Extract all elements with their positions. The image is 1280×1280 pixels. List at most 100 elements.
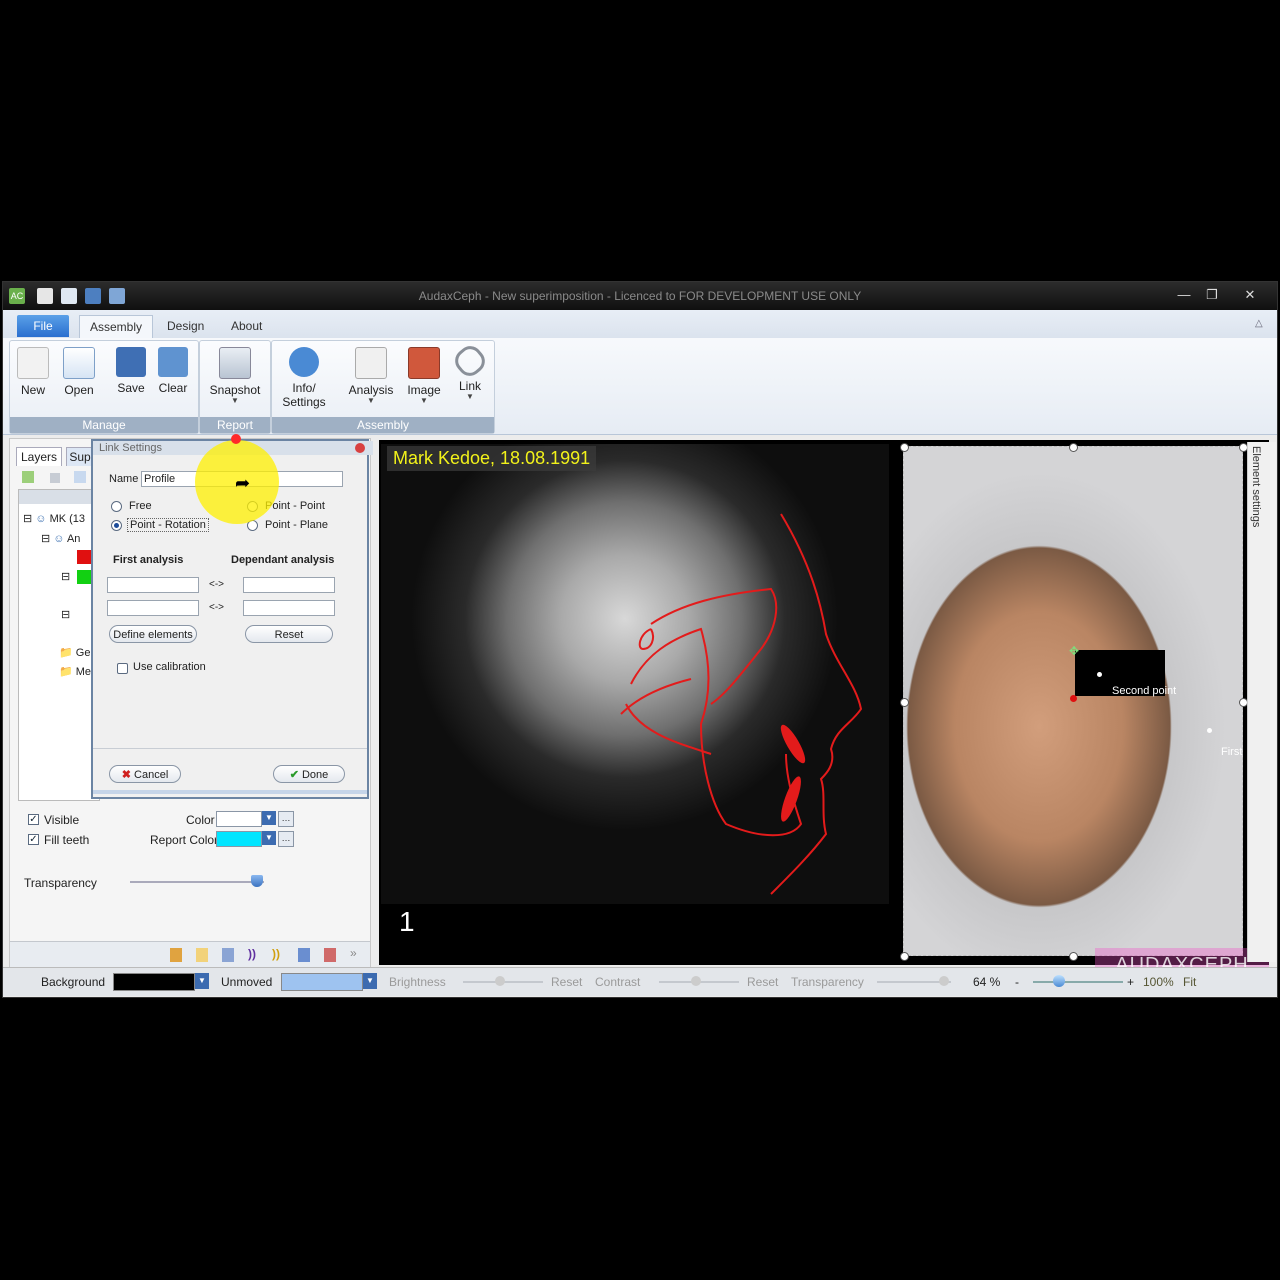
name-label: Name (109, 473, 139, 485)
page-icon[interactable] (298, 948, 310, 962)
brackets-icon[interactable]: )) (248, 947, 256, 961)
first-point-marker[interactable] (1207, 728, 1212, 733)
info-icon (289, 347, 319, 377)
info-settings-button[interactable]: Info/ Settings (278, 347, 330, 409)
cancel-button[interactable]: ✖ Cancel (109, 765, 181, 783)
arrow-2: <-> (209, 602, 225, 613)
add-layer-icon[interactable] (22, 471, 34, 483)
tab-file[interactable]: File (17, 315, 69, 337)
tree-item-patient[interactable]: ⊟ ☺ MK (13 (23, 512, 85, 525)
radio-point-rotation[interactable] (111, 520, 122, 531)
minimize-icon[interactable]: — (1171, 286, 1197, 304)
brightness-reset[interactable]: Reset (551, 975, 582, 989)
radio-free[interactable] (111, 501, 122, 512)
image-canvas[interactable]: Mark Kedoe, 18.08.1991 1 Second point Fi… (379, 440, 1269, 982)
more-icon[interactable]: » (350, 946, 357, 960)
maximize-icon[interactable]: ❐ (1199, 286, 1225, 304)
tree-folder-general[interactable]: 📁 Ge (59, 646, 90, 659)
close-icon[interactable]: ✕ (1237, 286, 1263, 304)
dependant-analysis-field-1[interactable] (243, 577, 335, 593)
tab-layers[interactable]: Layers (16, 447, 62, 466)
report-color-dropdown-icon[interactable]: ▼ (262, 831, 276, 845)
orbit-trace (650, 587, 778, 705)
tab-design[interactable]: Design (157, 315, 214, 337)
zoom-out-button[interactable]: - (1015, 975, 1019, 989)
transparency-label: Transparency (24, 876, 97, 890)
unmoved-color-swatch[interactable] (281, 973, 363, 991)
visible-checkbox[interactable]: ✓ (28, 814, 39, 825)
window-title: AudaxCeph - New superimposition - Licenc… (418, 289, 862, 303)
reset-button[interactable]: Reset (245, 625, 333, 643)
resize-handle[interactable] (900, 698, 909, 707)
upper-incisor-fill (780, 724, 806, 764)
image-button[interactable]: Image ▼ (400, 347, 448, 405)
zoom-slider[interactable] (1033, 981, 1123, 983)
radio-point-plane-label: Point - Plane (265, 519, 328, 531)
use-calibration-checkbox[interactable] (117, 663, 128, 674)
tree-expander-1[interactable]: ⊟ (61, 570, 70, 583)
clear-button[interactable]: Clear (150, 347, 196, 395)
person-icon[interactable] (170, 948, 182, 962)
first-analysis-field-1[interactable] (107, 577, 199, 593)
color-dropdown-icon[interactable]: ▼ (262, 811, 276, 825)
print-icon[interactable] (222, 948, 234, 962)
transparency-slider-thumb[interactable] (251, 875, 264, 887)
tab-about[interactable]: About (221, 315, 272, 337)
zoom-fit-button[interactable]: Fit (1183, 975, 1196, 989)
define-elements-button[interactable]: Define elements (109, 625, 197, 643)
report-color-more-button[interactable]: … (278, 831, 294, 847)
snapshot-button[interactable]: Snapshot ▼ (202, 347, 268, 405)
tree-folder-measurements[interactable]: 📁 Me (59, 665, 91, 678)
second-point-marker[interactable] (1097, 672, 1102, 677)
sella-trace (638, 628, 654, 651)
xray-number: 1 (399, 906, 415, 937)
new-button[interactable]: New (10, 347, 56, 397)
dependant-analysis-field-2[interactable] (243, 600, 335, 616)
link-button[interactable]: Link ▼ (448, 341, 492, 401)
color-swatch[interactable] (216, 811, 262, 827)
contrast-slider-thumb[interactable] (691, 976, 701, 986)
zoom-in-button[interactable]: + (1127, 975, 1134, 989)
element-settings-panel[interactable]: Element settings (1247, 442, 1276, 962)
zoom-slider-thumb[interactable] (1053, 975, 1065, 987)
zoom-100-button[interactable]: 100% (1143, 975, 1174, 989)
move-handle-icon[interactable]: ✥ (1069, 644, 1079, 658)
open-button[interactable]: Open (56, 347, 102, 397)
transparency-slider-track[interactable] (130, 881, 264, 883)
tree-item-analysis[interactable]: ⊟ ☺ An (41, 532, 80, 545)
brightness-slider-thumb[interactable] (495, 976, 505, 986)
report-color-label: Report Color (150, 833, 219, 847)
dialog-close-icon[interactable] (355, 443, 365, 453)
title-bar: AC AudaxCeph - New superimposition - Lic… (3, 282, 1277, 310)
copy-icon[interactable] (324, 948, 336, 962)
resize-handle[interactable] (1069, 952, 1078, 961)
ribbon-collapse-icon[interactable]: △ (1255, 318, 1263, 329)
cancel-x-icon: ✖ (121, 769, 131, 781)
xray-caption: Mark Kedoe, 18.08.1991 (387, 446, 597, 471)
tree-expander-2[interactable]: ⊟ (61, 608, 70, 621)
resize-handle[interactable] (900, 443, 909, 452)
resize-handle[interactable] (900, 952, 909, 961)
report-color-swatch[interactable] (216, 831, 262, 847)
save-button[interactable]: Save (108, 347, 154, 395)
fill-teeth-checkbox[interactable]: ✓ (28, 834, 39, 845)
tab-assembly[interactable]: Assembly (79, 315, 154, 338)
color-more-button[interactable]: … (278, 811, 294, 827)
transparency-status-thumb[interactable] (939, 976, 949, 986)
contrast-reset[interactable]: Reset (747, 975, 778, 989)
resize-handle[interactable] (1069, 443, 1078, 452)
layer-settings-icon[interactable] (74, 471, 86, 483)
tab-superimposition[interactable]: Sup (66, 447, 94, 466)
note-icon[interactable] (196, 948, 208, 962)
rotation-point[interactable] (1070, 695, 1077, 702)
analysis-button[interactable]: Analysis ▼ (346, 347, 396, 405)
unmoved-dropdown-icon[interactable]: ▼ (363, 973, 377, 989)
done-button[interactable]: ✔ Done (273, 765, 345, 783)
red-color-swatch (77, 550, 91, 564)
cranial-base-trace (620, 678, 712, 755)
curve-icon[interactable]: )) (272, 947, 280, 961)
first-analysis-field-2[interactable] (107, 600, 199, 616)
remove-layer-icon[interactable] (50, 473, 60, 483)
background-color-swatch[interactable] (113, 973, 195, 991)
background-dropdown-icon[interactable]: ▼ (195, 973, 209, 989)
